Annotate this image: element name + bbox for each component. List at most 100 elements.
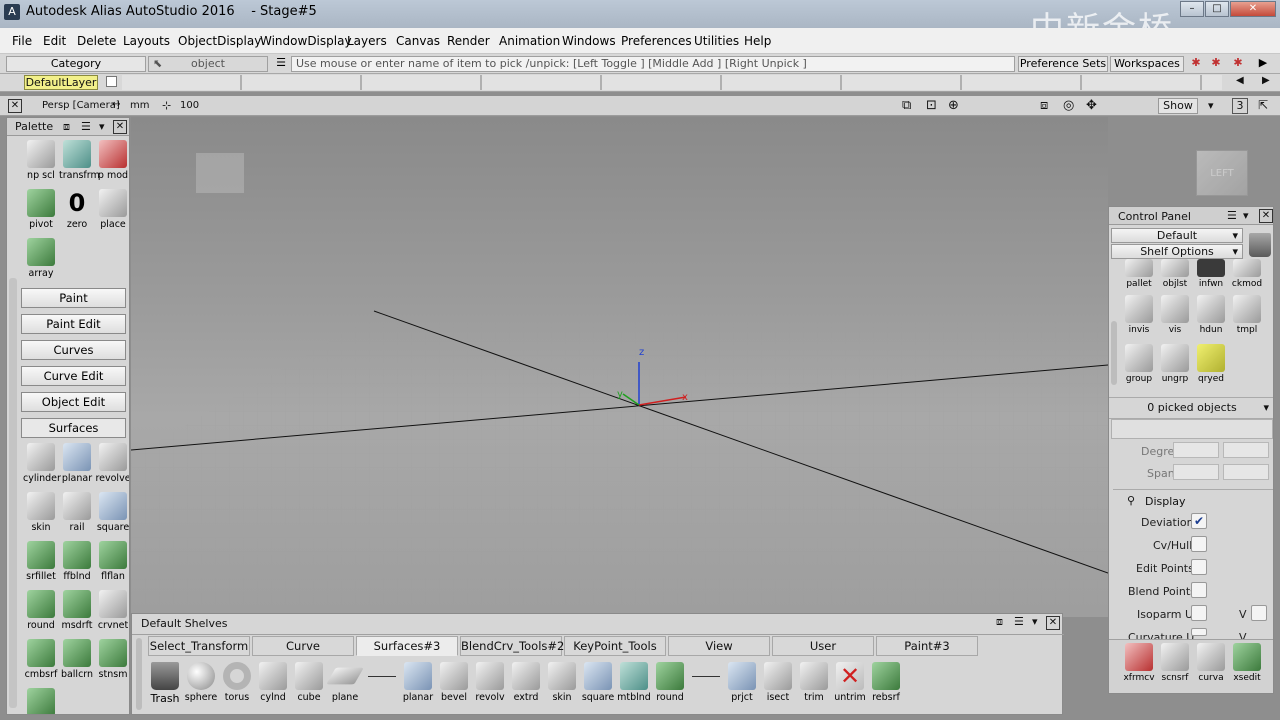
viewport-canvas[interactable]: z x y — [130, 117, 1109, 617]
spans-v-input[interactable] — [1223, 464, 1269, 480]
palette-tool-ballcrn[interactable]: ballcrn — [59, 639, 95, 680]
shelf-tool-round[interactable]: round — [652, 662, 688, 703]
display-section-header[interactable]: ⚲ Display — [1113, 489, 1273, 511]
tab-curve[interactable]: Curve — [252, 636, 354, 656]
perspective-viewport[interactable]: z x y — [130, 117, 1109, 617]
layer-slots[interactable] — [122, 75, 1222, 90]
object-picker[interactable]: ⬉ object — [148, 56, 268, 72]
perspective-icon[interactable]: ⧈ — [1040, 98, 1048, 113]
palette-tool-skin[interactable]: skin — [23, 492, 59, 533]
blend-points-checkbox[interactable] — [1191, 582, 1207, 598]
control-panel-close-icon[interactable]: ✕ — [1259, 209, 1273, 223]
shelf-tool-rebsrf[interactable]: rebsrf — [868, 662, 904, 703]
shelf-tool-prjct[interactable]: prjct — [724, 662, 760, 703]
shelves-scrollbar[interactable] — [136, 638, 142, 710]
shelf-tool-torus[interactable]: torus — [219, 662, 255, 703]
menu-edit[interactable]: Edit — [43, 34, 66, 48]
view-cameras-icon[interactable]: ⧉ — [902, 98, 911, 113]
object-name-field[interactable] — [1111, 419, 1273, 439]
menu-canvas[interactable]: Canvas — [396, 34, 440, 48]
cp-tool-curva[interactable]: curva — [1193, 643, 1229, 683]
cp-tool-qryed[interactable]: qryed — [1193, 344, 1229, 384]
palette-close-icon[interactable]: ✕ — [113, 120, 127, 134]
palette-tool-zero[interactable]: 0 zero — [59, 189, 95, 230]
spans-u-input[interactable] — [1173, 464, 1219, 480]
view-cube-icon[interactable]: LEFT — [1196, 150, 1248, 196]
shelf-tool-trash[interactable]: Trash — [147, 662, 183, 705]
cp-tool-ckmod[interactable]: ckmod — [1229, 259, 1265, 289]
edit-points-checkbox[interactable] — [1191, 559, 1207, 575]
palette-tool-pivot[interactable]: pivot — [23, 189, 59, 230]
menu-render[interactable]: Render — [447, 34, 490, 48]
menu-preferences[interactable]: Preferences — [621, 34, 692, 48]
cp-tool-tmpl[interactable]: tmpl — [1229, 295, 1265, 335]
palette-tool-round[interactable]: round — [23, 590, 59, 631]
shelf-icon[interactable]: ✱ — [1230, 56, 1246, 72]
cvhull-checkbox[interactable] — [1191, 536, 1207, 552]
cp-tool-infwn[interactable]: infwn — [1193, 259, 1229, 289]
palette-tool-p-mod[interactable]: p mod — [95, 140, 129, 181]
palette-tool-transfrm[interactable]: transfrm — [59, 140, 100, 181]
menu-layers[interactable]: Layers — [347, 34, 387, 48]
layer-scroll-left-icon[interactable]: ◀ — [1236, 75, 1244, 86]
frame-all-icon[interactable]: ⊡ — [926, 98, 937, 113]
cp-tool-ungrp[interactable]: ungrp — [1157, 344, 1193, 384]
palette-tool-rail[interactable]: rail — [59, 492, 95, 533]
hotkey-icon[interactable]: ✱ — [1208, 56, 1224, 72]
view-count[interactable]: 3 — [1232, 98, 1248, 114]
cp-tool-group[interactable]: group — [1121, 344, 1157, 384]
tab-keypoint-tools[interactable]: KeyPoint_Tools — [564, 636, 666, 656]
shelf-tool-sphere[interactable]: sphere — [183, 662, 219, 703]
menu-objectdisplay[interactable]: ObjectDisplay — [178, 34, 261, 48]
tab-select-transform[interactable]: Select_Transform — [148, 636, 250, 656]
curvature-u-checkbox[interactable] — [1191, 628, 1207, 636]
degree-u-input[interactable] — [1173, 442, 1219, 458]
palette-tool-revolve[interactable]: revolve — [95, 443, 129, 484]
shelf-tool-square[interactable]: square — [580, 662, 616, 703]
palette-tool-msdrft[interactable]: msdrft — [59, 590, 95, 631]
move-view-icon[interactable]: ✥ — [1086, 98, 1097, 113]
menu-delete[interactable]: Delete — [77, 34, 116, 48]
menu-animation[interactable]: Animation — [499, 34, 560, 48]
shelf-tool-planar[interactable]: planar — [400, 662, 436, 703]
picked-objects-status[interactable]: 0 picked objects ▾ — [1109, 397, 1273, 419]
palette-dock-icon[interactable]: ⧈ — [63, 118, 70, 136]
shelf-tool-trim[interactable]: trim — [796, 662, 832, 703]
default-layer-button[interactable]: DefaultLayer — [24, 75, 98, 90]
shelves-collapse-icon[interactable]: ▾ — [1032, 615, 1038, 628]
trash-icon[interactable] — [1249, 233, 1271, 257]
expand-right-icon[interactable]: ▶ — [1256, 56, 1270, 72]
close-view-icon[interactable]: ✕ — [8, 99, 22, 113]
tab-paint[interactable]: Paint#3 — [876, 636, 978, 656]
category-curves[interactable]: Curves — [21, 340, 126, 360]
maximize-button[interactable]: □ — [1205, 1, 1229, 17]
menu-windows[interactable]: Windows — [562, 34, 616, 48]
shade-icon[interactable]: ◎ — [1063, 98, 1074, 113]
tab-surfaces[interactable]: Surfaces#3 — [356, 636, 458, 656]
shelf-tool-extrd[interactable]: extrd — [508, 662, 544, 703]
palette-tool-np-scl[interactable]: np scl — [23, 140, 59, 181]
deviation-checkbox[interactable]: ✔ — [1191, 513, 1207, 529]
cp-tool-scnsrf[interactable]: scnsrf — [1157, 643, 1193, 683]
palette-tool-flflan[interactable]: flflan — [95, 541, 129, 582]
cp-tool-vis[interactable]: vis — [1157, 295, 1193, 335]
palette-tool-stnsm[interactable]: stnsm — [95, 639, 129, 680]
category-paint[interactable]: Paint — [21, 288, 126, 308]
palette-tool-ffblnd[interactable]: ffblnd — [59, 541, 95, 582]
palette-tool-more[interactable] — [23, 688, 59, 714]
palette-tool-planar[interactable]: planar — [59, 443, 95, 484]
shelf-options-dropdown[interactable]: Shelf Options ▾ — [1111, 244, 1243, 259]
shelf-tool-plane[interactable]: plane — [326, 662, 364, 703]
shelf-tool-cube[interactable]: cube — [291, 662, 327, 703]
preference-sets-button[interactable]: Preference Sets — [1018, 56, 1108, 72]
palette-menu-icon[interactable]: ☰ — [81, 118, 91, 136]
cp-tool-hdun[interactable]: hdun — [1193, 295, 1229, 335]
preset-dropdown[interactable]: Default ▾ — [1111, 228, 1243, 243]
layer-scroll-right-icon[interactable]: ▶ — [1262, 75, 1270, 86]
palette-tool-place[interactable]: place — [95, 189, 129, 230]
category-surfaces[interactable]: Surfaces — [21, 418, 126, 438]
tab-blendcrv-tools[interactable]: BlendCrv_Tools#2 — [460, 636, 564, 656]
view-cube[interactable] — [196, 153, 244, 193]
shelves-close-icon[interactable]: ✕ — [1046, 616, 1060, 630]
category-curve-edit[interactable]: Curve Edit — [21, 366, 126, 386]
